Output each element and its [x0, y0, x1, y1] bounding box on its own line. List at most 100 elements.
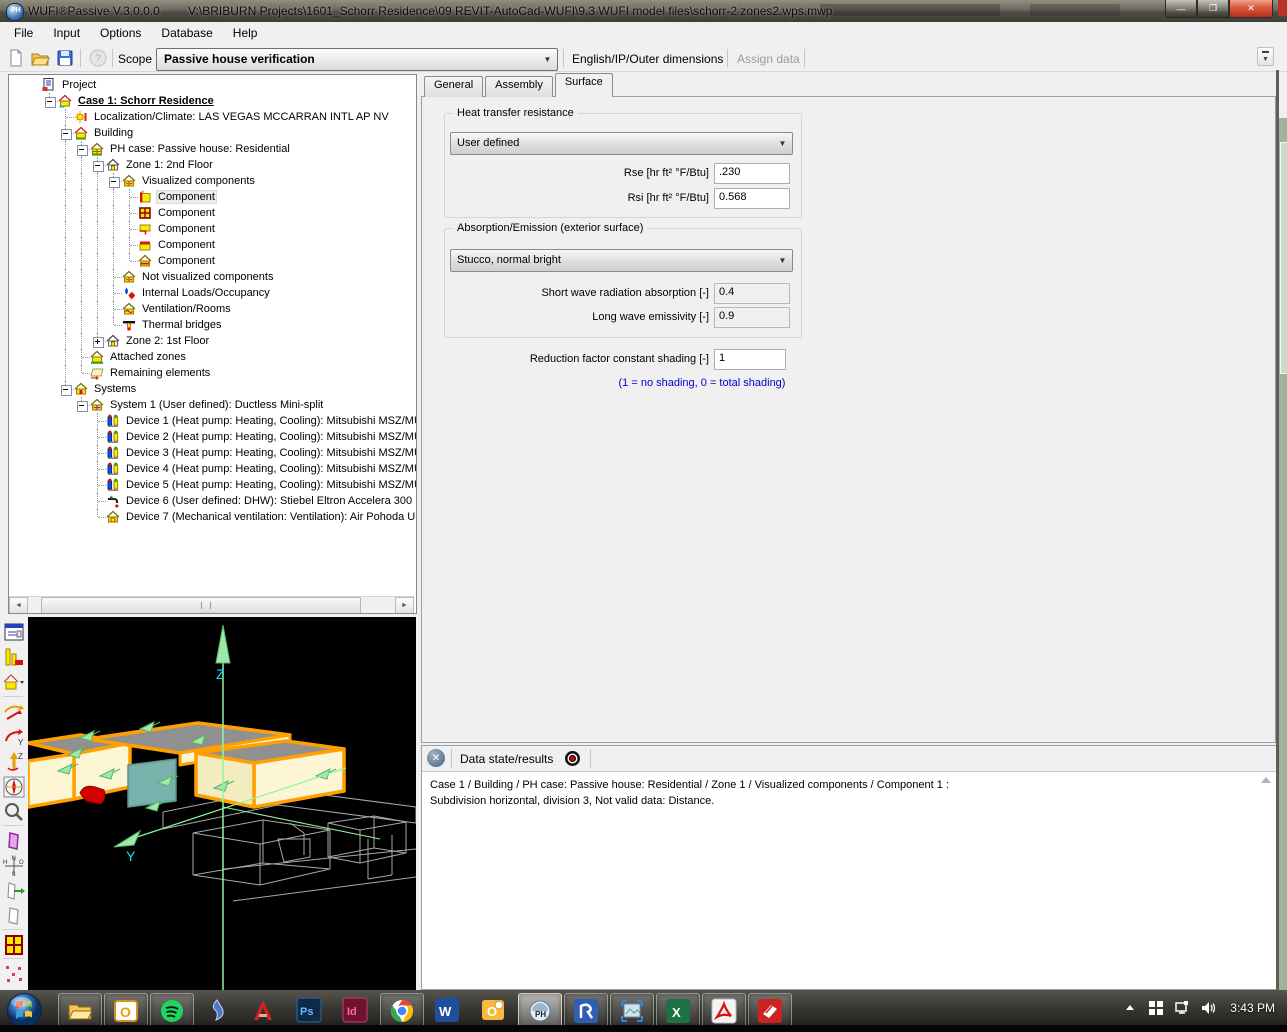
- close-button[interactable]: ✕: [1229, 0, 1273, 18]
- volume-icon[interactable]: [1200, 1000, 1216, 1016]
- taskbar-sketchup-icon[interactable]: [748, 993, 792, 1029]
- menu-options[interactable]: Options: [90, 22, 151, 40]
- rotate-y-icon[interactable]: Y: [2, 725, 26, 748]
- tree-item[interactable]: Thermal bridges: [9, 317, 416, 333]
- component-outline-icon[interactable]: [2, 904, 26, 927]
- tree-item[interactable]: Ventilation/Rooms: [9, 301, 416, 317]
- tree-item-label[interactable]: Device 5 (Heat pump: Heating, Cooling): …: [124, 479, 416, 491]
- tree-item[interactable]: Device 3 (Heat pump: Heating, Cooling): …: [9, 445, 416, 461]
- tree-item-label[interactable]: Case 1: Schorr Residence: [76, 95, 216, 107]
- taskbar-photoshop-icon[interactable]: Ps: [288, 993, 330, 1027]
- tree-item[interactable]: Device 5 (Heat pump: Heating, Cooling): …: [9, 477, 416, 493]
- tree-item[interactable]: Remaining elements: [9, 365, 416, 381]
- collapse-icon[interactable]: [93, 161, 104, 172]
- tree-item[interactable]: Component: [9, 189, 416, 205]
- tree-item-label[interactable]: Internal Loads/Occupancy: [140, 287, 272, 299]
- tree-item-label[interactable]: Project: [60, 79, 98, 91]
- collapse-icon[interactable]: [45, 97, 56, 108]
- shading-factor-input[interactable]: 1: [714, 349, 786, 370]
- tree-item[interactable]: Attached zones: [9, 349, 416, 365]
- tree-item-label[interactable]: Localization/Climate: LAS VEGAS MCCARRAN…: [92, 111, 391, 123]
- menu-input[interactable]: Input: [43, 22, 90, 40]
- nso-cross-icon[interactable]: NSOH: [2, 854, 26, 877]
- tree-item-label[interactable]: Systems: [92, 383, 138, 395]
- zoom-icon[interactable]: [2, 800, 26, 823]
- tree-item[interactable]: Visualized components: [9, 173, 416, 189]
- tray-expand-icon[interactable]: [1122, 1000, 1138, 1016]
- new-file-icon[interactable]: [6, 48, 26, 68]
- tree-item[interactable]: Internal Loads/Occupancy: [9, 285, 416, 301]
- tree-item[interactable]: Component: [9, 237, 416, 253]
- network-icon[interactable]: [1174, 1000, 1190, 1016]
- tab-surface[interactable]: Surface: [555, 73, 613, 97]
- restore-button[interactable]: ❐: [1197, 0, 1229, 18]
- taskbar-acrobat-icon[interactable]: [702, 993, 746, 1029]
- tree-item[interactable]: Device 1 (Heat pump: Heating, Cooling): …: [9, 413, 416, 429]
- assign-data-button[interactable]: Assign data: [737, 52, 800, 66]
- tree-item-label[interactable]: Component: [156, 207, 217, 219]
- units-mode-label[interactable]: English/IP/Outer dimensions: [572, 52, 723, 66]
- tree-item[interactable]: System 1 (User defined): Ductless Mini-s…: [9, 397, 416, 413]
- tree-item[interactable]: Not visualized components: [9, 269, 416, 285]
- action-center-icon[interactable]: [1148, 1000, 1164, 1016]
- rotate-z-icon[interactable]: Z: [2, 750, 26, 773]
- collapse-icon[interactable]: [61, 129, 72, 140]
- taskbar-outlook-calendar-icon[interactable]: O: [472, 993, 514, 1027]
- tree-item[interactable]: Device 7 (Mechanical ventilation: Ventil…: [9, 509, 416, 525]
- component-purple-icon[interactable]: [2, 829, 26, 852]
- open-file-icon[interactable]: [30, 48, 50, 68]
- tree-item[interactable]: Case 1: Schorr Residence: [9, 93, 416, 109]
- tree-item[interactable]: Zone 1: 2nd Floor: [9, 157, 416, 173]
- save-icon[interactable]: [55, 48, 75, 68]
- toolbar-overflow-button[interactable]: ▬▼: [1257, 47, 1274, 66]
- taskbar-excel-icon[interactable]: X: [656, 993, 700, 1029]
- scroll-left-icon[interactable]: ◄: [9, 597, 28, 614]
- absorption-dropdown[interactable]: Stucco, normal bright ▼: [450, 249, 793, 272]
- window-grid-icon[interactable]: [2, 933, 26, 956]
- tab-assembly[interactable]: Assembly: [485, 76, 553, 97]
- expand-icon[interactable]: [93, 337, 104, 348]
- house-menu-icon[interactable]: [2, 671, 26, 694]
- menu-help[interactable]: Help: [223, 22, 268, 40]
- help-icon[interactable]: ?: [88, 48, 108, 68]
- points-icon[interactable]: [2, 962, 26, 985]
- tree-item-label[interactable]: Visualized components: [140, 175, 257, 187]
- taskbar-explorer-icon[interactable]: [58, 993, 102, 1029]
- menu-file[interactable]: File: [4, 22, 43, 40]
- tree-item[interactable]: PH case: Passive house: Residential: [9, 141, 416, 157]
- clock[interactable]: 3:43 PM: [1226, 1001, 1275, 1015]
- tree-item-label[interactable]: Attached zones: [108, 351, 188, 363]
- tree-item-label[interactable]: Device 7 (Mechanical ventilation: Ventil…: [124, 511, 416, 523]
- menu-database[interactable]: Database: [151, 22, 222, 40]
- taskbar-wufi-passive-icon[interactable]: PH: [518, 993, 562, 1029]
- tree-item[interactable]: Device 6 (User defined: DHW): Stiebel El…: [9, 493, 416, 509]
- tab-general[interactable]: General: [424, 76, 483, 97]
- taskbar-outlook-icon[interactable]: O: [104, 993, 148, 1029]
- tree-item[interactable]: Project: [9, 77, 416, 93]
- taskbar-revit-icon[interactable]: [564, 993, 608, 1029]
- tree-item-label[interactable]: Component: [156, 239, 217, 251]
- tree-item[interactable]: Systems: [9, 381, 416, 397]
- tree-item-label[interactable]: Component: [156, 190, 217, 204]
- taskbar-autocad-icon[interactable]: [242, 993, 284, 1027]
- taskbar-snipping-tool-icon[interactable]: [610, 993, 654, 1029]
- scope-dropdown[interactable]: Passive house verification ▼: [156, 48, 558, 71]
- tree-item-label[interactable]: Component: [156, 255, 217, 267]
- tree-item[interactable]: Component: [9, 205, 416, 221]
- taskbar-spotify-icon[interactable]: [150, 993, 194, 1029]
- taskbar-word-icon[interactable]: W: [426, 993, 468, 1027]
- tree-item-label[interactable]: System 1 (User defined): Ductless Mini-s…: [108, 399, 325, 411]
- tree-item[interactable]: Localization/Climate: LAS VEGAS MCCARRAN…: [9, 109, 416, 125]
- report-icon[interactable]: [2, 621, 26, 644]
- tree-item[interactable]: Device 4 (Heat pump: Heating, Cooling): …: [9, 461, 416, 477]
- rotate-x-icon[interactable]: [2, 700, 26, 723]
- tree-item[interactable]: Device 2 (Heat pump: Heating, Cooling): …: [9, 429, 416, 445]
- minimize-button[interactable]: —: [1165, 0, 1197, 18]
- tree-item-label[interactable]: Thermal bridges: [140, 319, 223, 331]
- tree-item-label[interactable]: Device 6 (User defined: DHW): Stiebel El…: [124, 495, 414, 507]
- building-3d-canvas[interactable]: Z Y: [28, 617, 416, 990]
- tree-item[interactable]: Building: [9, 125, 416, 141]
- rse-input[interactable]: .230: [714, 163, 790, 184]
- tree-item-label[interactable]: Not visualized components: [140, 271, 275, 283]
- tree-item-label[interactable]: Device 2 (Heat pump: Heating, Cooling): …: [124, 431, 416, 443]
